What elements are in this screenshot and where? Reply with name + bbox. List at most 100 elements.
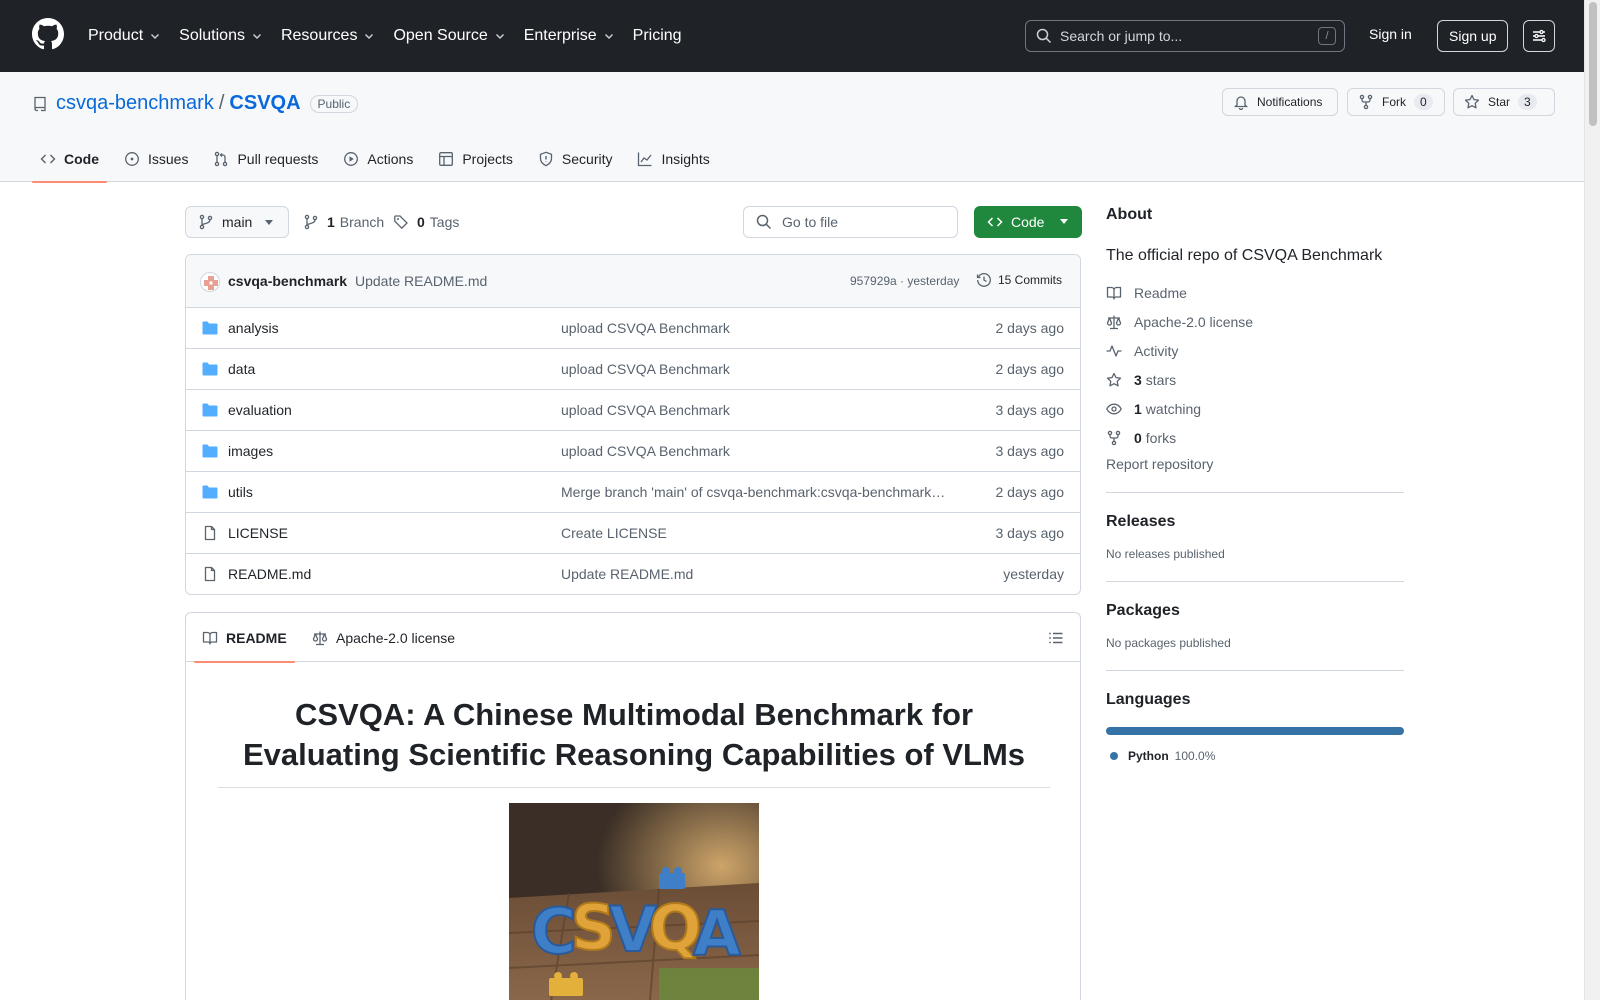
- code-download-button[interactable]: Code: [974, 206, 1082, 238]
- list-unordered-icon[interactable]: [1048, 630, 1064, 646]
- tab-security[interactable]: Security: [530, 136, 621, 182]
- commits-history-link[interactable]: 15 Commits: [976, 272, 1062, 288]
- file-row[interactable]: analysis upload CSVQA Benchmark 2 days a…: [186, 308, 1080, 349]
- file-commit-message[interactable]: upload CSVQA Benchmark: [561, 320, 951, 336]
- link-text: Activity: [1134, 342, 1179, 359]
- tab-pull-requests[interactable]: Pull requests: [205, 136, 326, 182]
- nav-label: Resources: [280, 27, 358, 44]
- file-commit-message[interactable]: upload CSVQA Benchmark: [561, 361, 951, 377]
- file-name-link[interactable]: images: [228, 443, 273, 459]
- file-row[interactable]: README.md Update README.md yesterday: [186, 554, 1080, 594]
- readme-title: CSVQA: A Chinese Multimodal Benchmark fo…: [218, 695, 1050, 788]
- bell-icon: [1233, 96, 1249, 110]
- avatar[interactable]: [200, 272, 220, 292]
- language-python[interactable]: Python 100.0%: [1106, 749, 1404, 763]
- commit-hash-time[interactable]: 957929a · yesterday: [850, 274, 959, 288]
- repo-name-link[interactable]: CSVQA: [229, 92, 300, 115]
- commit-message-link[interactable]: Update README.md: [355, 273, 487, 289]
- releases-heading[interactable]: Releases: [1106, 513, 1404, 531]
- file-name-link[interactable]: analysis: [228, 320, 279, 336]
- nav-solutions[interactable]: Solutions: [179, 27, 263, 45]
- tab-license[interactable]: Apache-2.0 license: [312, 613, 455, 662]
- tab-projects[interactable]: Projects: [430, 136, 521, 182]
- folder-icon: [202, 485, 218, 499]
- sign-up-button[interactable]: Sign up: [1437, 20, 1509, 52]
- scrollbar-thumb[interactable]: [1589, 2, 1597, 126]
- file-row[interactable]: images upload CSVQA Benchmark 3 days ago: [186, 431, 1080, 472]
- tab-label: Code: [64, 151, 99, 167]
- header-menu-button[interactable]: [1523, 20, 1555, 52]
- file-name-link[interactable]: README.md: [228, 566, 311, 582]
- report-repository-link[interactable]: Report repository: [1106, 456, 1404, 472]
- repo-title: csvqa-benchmark / CSVQA Public: [32, 92, 359, 115]
- tab-insights[interactable]: Insights: [629, 136, 717, 182]
- nav-product[interactable]: Product: [88, 27, 161, 45]
- tab-code[interactable]: Code: [32, 136, 107, 183]
- nav-pricing[interactable]: Pricing: [633, 27, 682, 45]
- file-row[interactable]: utils Merge branch 'main' of csvqa-bench…: [186, 472, 1080, 513]
- pulse-icon: [1106, 344, 1122, 357]
- file-commit-date: 2 days ago: [995, 484, 1065, 500]
- tab-label: Projects: [462, 151, 513, 167]
- page-scrollbar[interactable]: [1584, 0, 1600, 1000]
- chevron-down-icon: [604, 34, 613, 39]
- folder-icon: [202, 362, 218, 376]
- readme-link[interactable]: Readme: [1106, 278, 1404, 307]
- star-button[interactable]: Star 3: [1453, 88, 1555, 116]
- license-link[interactable]: Apache-2.0 license: [1106, 307, 1404, 336]
- nav-open-source[interactable]: Open Source: [393, 27, 505, 45]
- tags-link[interactable]: 0 Tags: [393, 214, 459, 230]
- github-logo-icon[interactable]: [32, 18, 64, 50]
- file-name-link[interactable]: LICENSE: [228, 525, 288, 541]
- branch-icon: [199, 214, 213, 230]
- tab-issues[interactable]: Issues: [116, 136, 196, 182]
- file-name-link[interactable]: data: [228, 361, 255, 377]
- repo-owner-link[interactable]: csvqa-benchmark: [56, 92, 214, 115]
- divider: [1106, 492, 1404, 493]
- tab-label: Issues: [148, 151, 189, 167]
- chevron-down-icon: [151, 34, 160, 39]
- nav-enterprise[interactable]: Enterprise: [524, 27, 615, 45]
- notifications-button[interactable]: Notifications: [1222, 88, 1338, 116]
- nav-resources[interactable]: Resources: [281, 27, 375, 45]
- fork-button[interactable]: Fork 0: [1347, 88, 1445, 116]
- history-icon: [976, 273, 991, 287]
- file-name-link[interactable]: utils: [228, 484, 253, 500]
- activity-link[interactable]: Activity: [1106, 336, 1404, 365]
- file-row[interactable]: LICENSE Create LICENSE 3 days ago: [186, 513, 1080, 554]
- table-icon: [439, 152, 454, 166]
- branches-link[interactable]: 1 Branch: [303, 214, 384, 230]
- forks-link[interactable]: 0 forks: [1106, 423, 1404, 452]
- file-row[interactable]: data upload CSVQA Benchmark 2 days ago: [186, 349, 1080, 390]
- tab-label: Security: [561, 151, 613, 167]
- file-commit-message[interactable]: Merge branch 'main' of csvqa-benchmark:c…: [561, 484, 951, 500]
- file-commit-message[interactable]: Update README.md: [561, 566, 951, 582]
- file-name-link[interactable]: evaluation: [228, 402, 292, 418]
- search-shortcut-key: /: [1318, 27, 1336, 45]
- forks-count: 0: [1134, 429, 1142, 446]
- languages-heading: Languages: [1106, 691, 1191, 708]
- watchers-link[interactable]: 1 watching: [1106, 394, 1404, 423]
- about-links: Readme Apache-2.0 license Activity 3 sta…: [1106, 278, 1404, 452]
- watchers-count: 1: [1134, 400, 1142, 417]
- file-row[interactable]: evaluation upload CSVQA Benchmark 3 days…: [186, 390, 1080, 431]
- file-commit-message[interactable]: upload CSVQA Benchmark: [561, 443, 951, 459]
- stars-link[interactable]: 3 stars: [1106, 365, 1404, 394]
- global-search-input[interactable]: Search or jump to... /: [1025, 20, 1345, 52]
- readme-hero-image: C S V Q A: [509, 803, 759, 1000]
- packages-heading[interactable]: Packages: [1106, 602, 1404, 620]
- file-commit-message[interactable]: upload CSVQA Benchmark: [561, 402, 951, 418]
- commit-author-link[interactable]: csvqa-benchmark: [228, 273, 347, 289]
- tab-label: Pull requests: [237, 151, 319, 167]
- link-text: watching: [1145, 400, 1202, 417]
- file-commit-message[interactable]: Create LICENSE: [561, 525, 951, 541]
- go-to-file-input[interactable]: Go to file: [743, 206, 958, 238]
- star-icon: [1464, 94, 1480, 109]
- tab-actions[interactable]: Actions: [335, 136, 421, 182]
- caret-down-icon: [1060, 219, 1068, 224]
- sign-in-link[interactable]: Sign in: [1369, 26, 1412, 42]
- nav-label: Solutions: [179, 27, 245, 44]
- language-name: Python: [1128, 749, 1169, 763]
- branch-selector-button[interactable]: main: [185, 206, 289, 238]
- tab-readme[interactable]: README: [194, 613, 295, 663]
